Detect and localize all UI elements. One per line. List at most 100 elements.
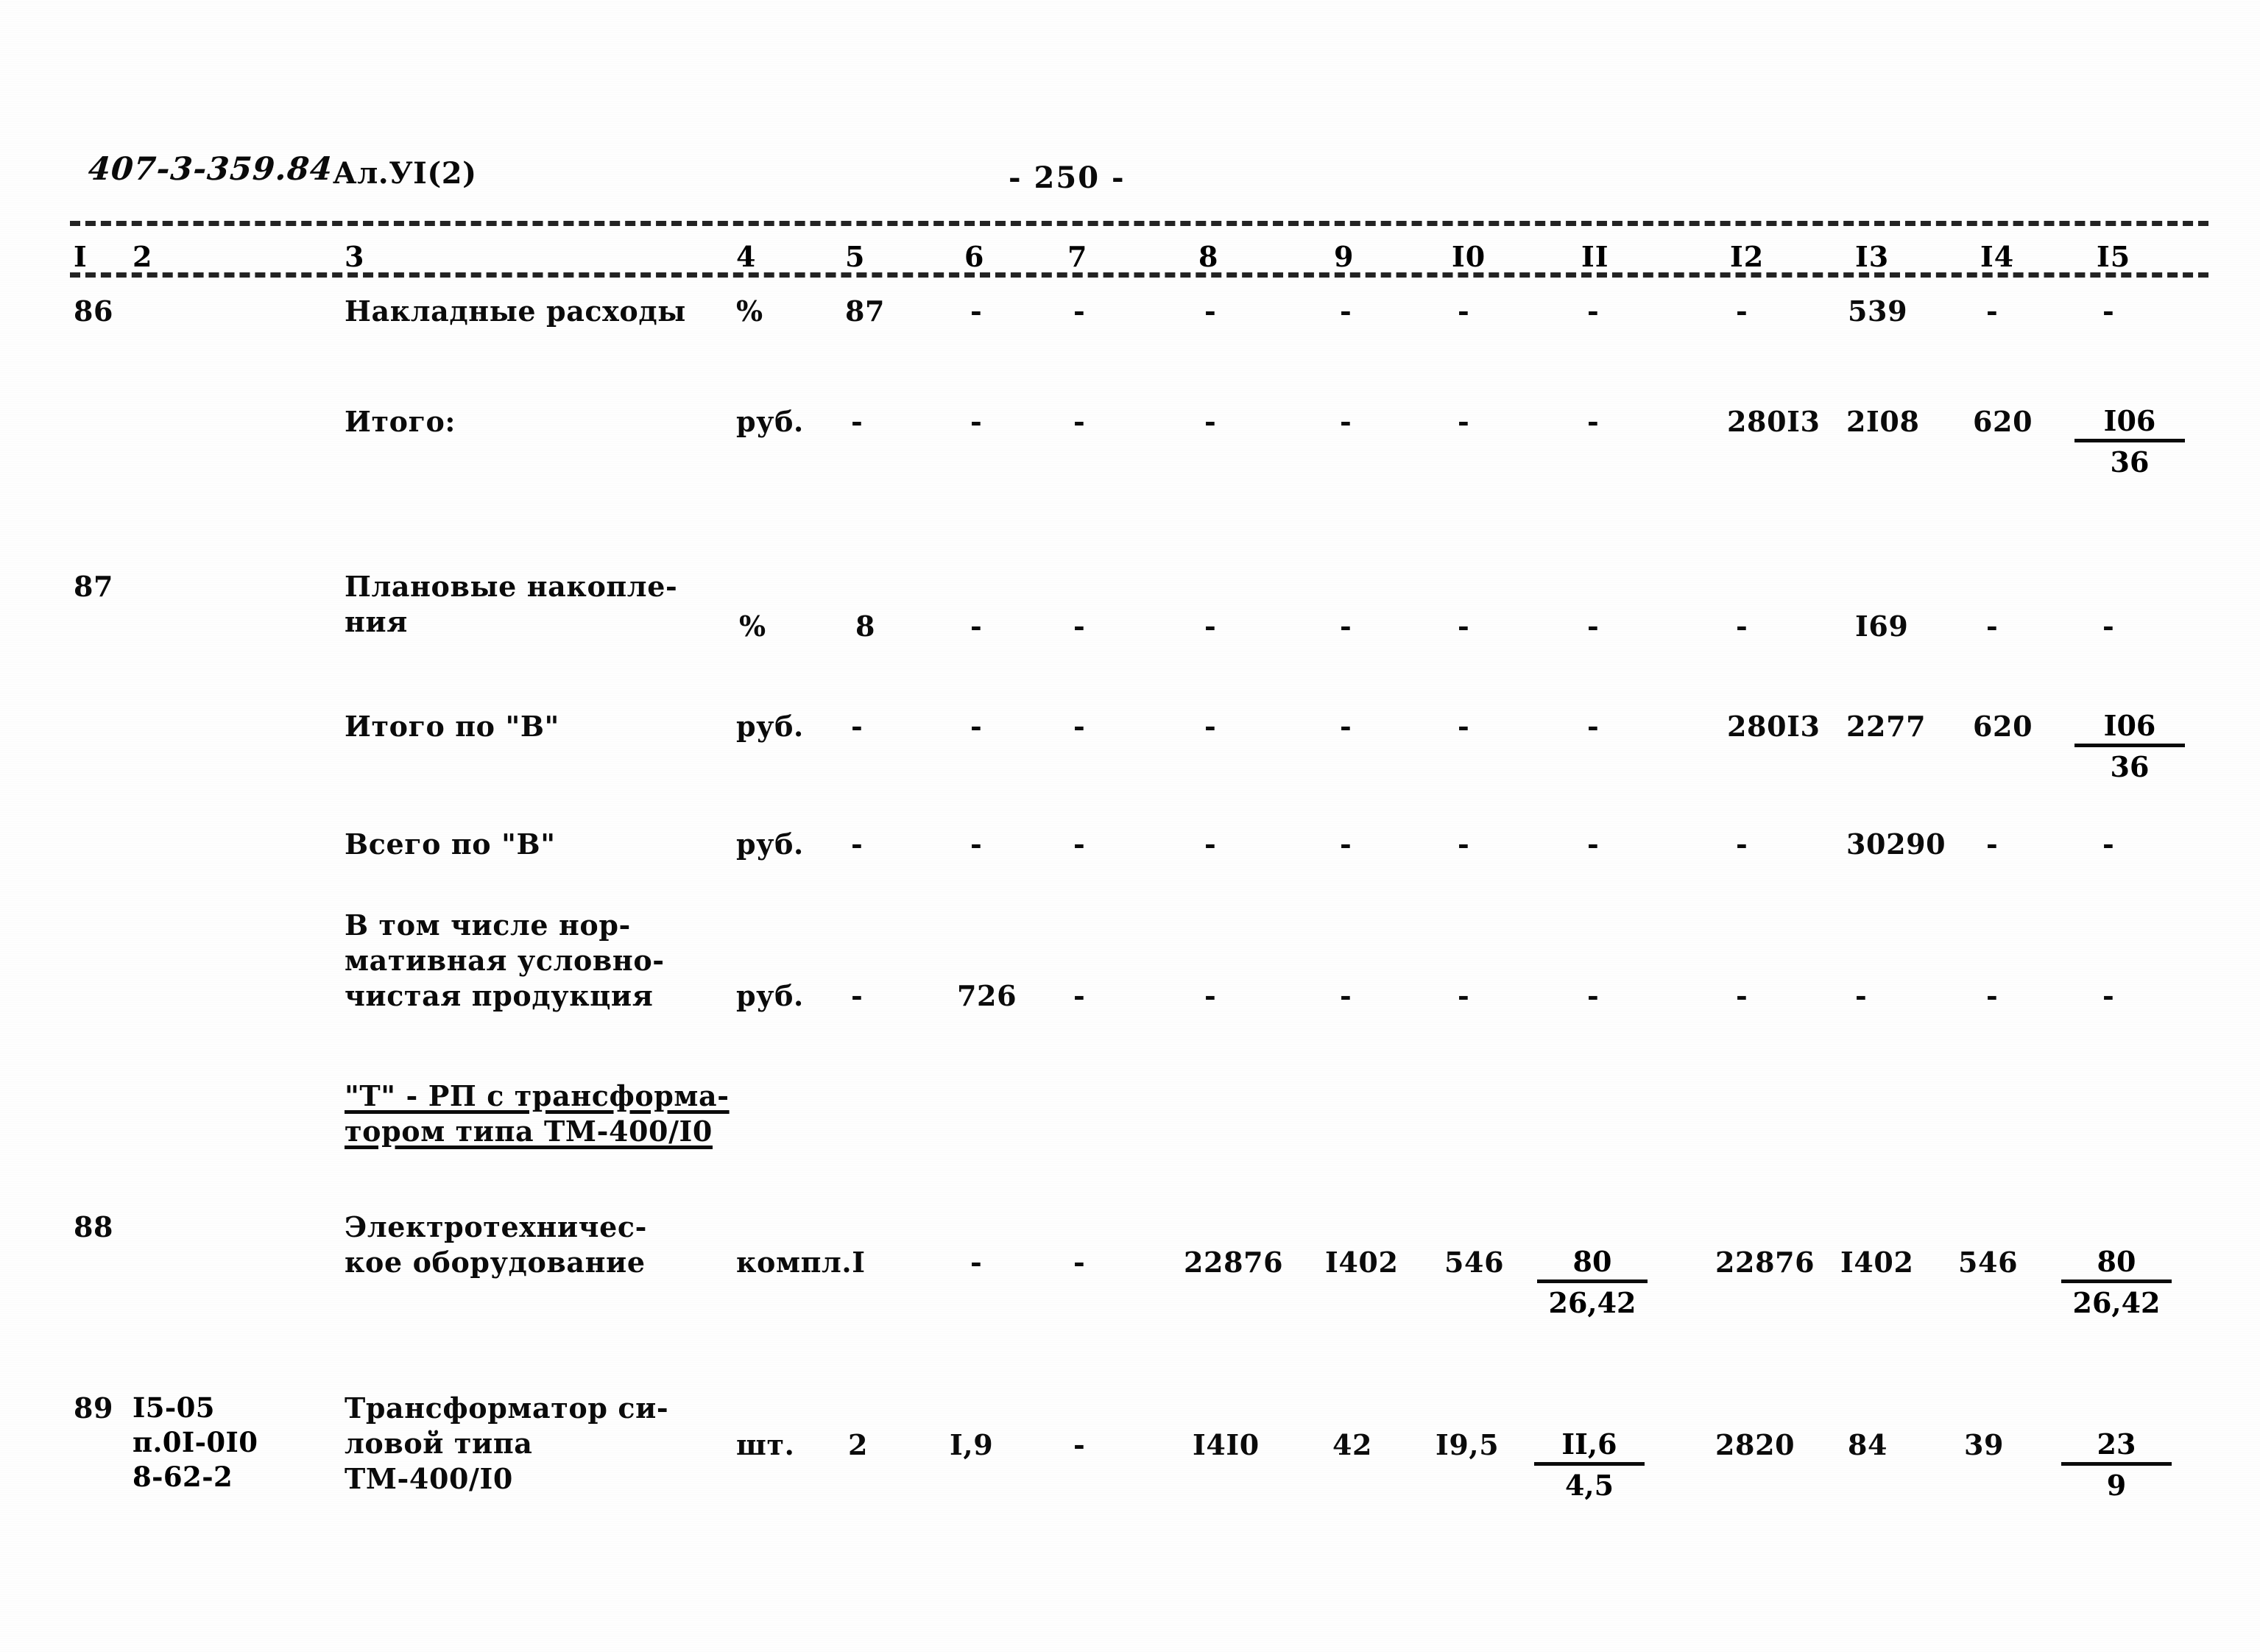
cell-col15: - [2102, 294, 2115, 328]
cell-unit: руб. [736, 405, 804, 438]
cell-col7: - [1073, 1246, 1086, 1279]
cell-col7: - [1073, 827, 1086, 861]
row-code: I5-05 п.0I-0I0 8-62-2 [133, 1391, 258, 1493]
column-number-10: I0 [1452, 240, 1486, 273]
scanned-page: 407-3-359.84 Ал.УI(2) - 250 - I 2 3 4 5 … [0, 0, 2260, 1652]
cell-col12: 280I3 [1727, 710, 1821, 743]
cell-col9: 42 [1332, 1428, 1373, 1461]
cell-col6: - [970, 827, 983, 861]
section-heading: "Т" - РП с трансформа- тором типа ТМ-400… [345, 1079, 730, 1148]
column-number-11: II [1581, 240, 1609, 273]
cell-unit: руб. [736, 827, 804, 861]
cell-col12: - [1736, 294, 1748, 328]
fraction-numerator: 80 [1537, 1245, 1648, 1283]
table-row: Итого: руб. - - - - - - - 280I3 2I08 620… [0, 394, 2260, 563]
cell-col15-fraction: I06 36 [2074, 709, 2185, 787]
row-description: Трансформатор си- ловой типа ТМ-400/I0 [345, 1391, 669, 1495]
cell-col6: - [970, 710, 983, 743]
cell-col12: 2820 [1715, 1428, 1795, 1461]
cell-col12: - [1736, 979, 1748, 1012]
row-number: 86 [74, 294, 114, 328]
fraction-denominator: 9 [2106, 1469, 2127, 1502]
cell-col14: - [1986, 827, 1999, 861]
column-number-8: 8 [1198, 240, 1219, 273]
column-number-15: I5 [2097, 240, 2131, 273]
table-row: Всего по "В" руб. - - - - - - - - 30290 … [0, 821, 2260, 902]
fraction-numerator: II,6 [1534, 1427, 1645, 1466]
cell-col6: 726 [957, 979, 1017, 1012]
cell-col10: - [1458, 610, 1470, 643]
cell-col14: - [1986, 610, 1999, 643]
cell-col12: 22876 [1715, 1246, 1815, 1279]
column-number-4: 4 [736, 240, 757, 273]
cell-col9: - [1340, 979, 1352, 1012]
cell-col13: 84 [1848, 1428, 1888, 1461]
row-description: Итого по "В" [345, 710, 559, 743]
cell-col13: 2I08 [1846, 405, 1920, 438]
fraction-denominator: 36 [2110, 445, 2150, 479]
cell-col6: I,9 [950, 1428, 994, 1461]
row-description: Итого: [345, 405, 456, 438]
cell-col7: - [1073, 294, 1086, 328]
column-number-9: 9 [1334, 240, 1355, 273]
table-body: 86 Накладные расходы % 87 - - - - - - - … [0, 283, 2260, 1594]
cell-col15: - [2102, 827, 2115, 861]
cell-col6: - [970, 405, 983, 438]
table-row: 89 I5-05 п.0I-0I0 8-62-2 Трансформатор с… [0, 1388, 2260, 1594]
cell-col14: - [1986, 979, 1999, 1012]
cell-col7: - [1073, 710, 1086, 743]
cell-col11-fraction: 80 26,42 [1537, 1245, 1648, 1323]
cell-col9: I402 [1325, 1246, 1399, 1279]
table-row: В том числе нор- мативная условно- чиста… [0, 902, 2260, 1071]
cell-col11: - [1587, 294, 1600, 328]
row-description: В том числе нор- мативная условно- чиста… [345, 908, 665, 1012]
cell-col5: 2 [848, 1428, 869, 1461]
cell-col9: - [1340, 294, 1352, 328]
cell-unit: компл.I [736, 1246, 866, 1279]
row-description: Электротехничес- кое оборудование [345, 1210, 647, 1279]
cell-col7: - [1073, 979, 1086, 1012]
document-code: 407-3-359.84 [87, 151, 334, 188]
fraction-numerator: I06 [2074, 709, 2185, 747]
cell-col10: - [1458, 710, 1470, 743]
cell-col8: - [1204, 827, 1217, 861]
cell-col5: - [851, 710, 864, 743]
cell-col13: I402 [1840, 1246, 1914, 1279]
cell-col14: - [1986, 294, 1999, 328]
fraction-denominator: 26,42 [2072, 1286, 2161, 1319]
cell-col15-fraction: I06 36 [2074, 404, 2185, 482]
cell-col7: - [1073, 405, 1086, 438]
row-description: Плановые накопле- ния [345, 570, 678, 638]
cell-col8: I4I0 [1193, 1428, 1260, 1461]
cell-col11: - [1587, 827, 1600, 861]
cell-col14: 546 [1958, 1246, 2019, 1279]
fraction-numerator: I06 [2074, 404, 2185, 442]
section-heading-row: "Т" - РП с трансформа- тором типа ТМ-400… [0, 1071, 2260, 1204]
cell-col11: - [1587, 979, 1600, 1012]
table-row: 87 Плановые накопле- ния % 8 - - - - - -… [0, 563, 2260, 703]
cell-col12: - [1736, 827, 1748, 861]
cell-col5: 87 [845, 294, 886, 328]
cell-col6: - [970, 1246, 983, 1279]
cell-col10: - [1458, 827, 1470, 861]
column-number-6: 6 [964, 240, 985, 273]
cell-col11: - [1587, 610, 1600, 643]
column-number-12: I2 [1730, 240, 1765, 273]
cell-col13: I69 [1855, 610, 1909, 643]
cell-col14: 620 [1973, 710, 2033, 743]
column-number-header: I 2 3 4 5 6 7 8 9 I0 II I2 I3 I4 I5 [0, 240, 2260, 275]
row-description: Всего по "В" [345, 827, 556, 861]
cell-col10: - [1458, 405, 1470, 438]
cell-col8: - [1204, 405, 1217, 438]
table-row: Итого по "В" руб. - - - - - - - 280I3 22… [0, 703, 2260, 821]
table-row: 86 Накладные расходы % 87 - - - - - - - … [0, 283, 2260, 394]
cell-col15: - [2102, 979, 2115, 1012]
column-number-14: I4 [1980, 240, 2015, 273]
cell-col12: - [1736, 610, 1748, 643]
cell-col11: - [1587, 710, 1600, 743]
album-reference: Ал.УI(2) [333, 156, 477, 191]
cell-col11-fraction: II,6 4,5 [1534, 1427, 1645, 1505]
cell-col5: - [851, 827, 864, 861]
fraction-numerator: 80 [2061, 1245, 2172, 1283]
cell-col15-fraction: 80 26,42 [2061, 1245, 2172, 1323]
